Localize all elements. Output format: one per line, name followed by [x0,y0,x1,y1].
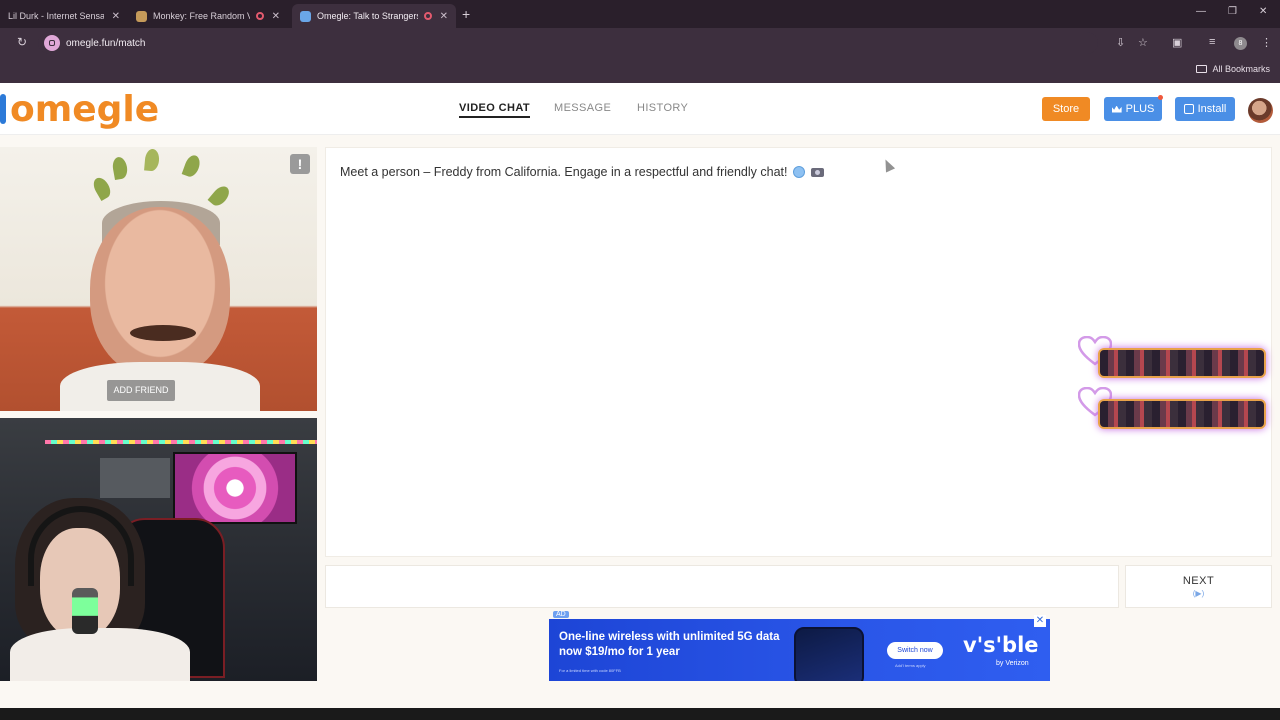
self-top [10,628,190,681]
ad-headline: One-line wireless with unlimited 5G data… [559,631,780,658]
reaction-name-bar [1098,348,1266,378]
mouse-cursor-icon [880,157,896,173]
ad-fine-print: For a limited time with code 80FFB [559,668,621,673]
all-bookmarks-button[interactable]: All Bookmarks [1196,64,1270,74]
report-flag-button[interactable]: ! [290,154,310,174]
stranger-video [0,147,317,411]
tab-label: Lil Durk - Internet Sensation [8,11,104,21]
bookmark-star-icon[interactable]: ☆ [1138,36,1148,49]
browser-tab-active[interactable]: Omegle: Talk to Strangers w ✕ [292,4,456,28]
self-video [0,418,317,681]
next-label: NEXT [1182,575,1215,587]
tab-label: Omegle: Talk to Strangers w [317,11,418,21]
globe-icon [793,166,806,178]
camera-icon [811,167,825,177]
plus-label: PLUS [1125,103,1155,115]
wall-poster [100,458,170,498]
close-tab-icon[interactable]: ✕ [112,11,120,22]
add-friend-button[interactable]: ADD FRIEND [107,380,175,401]
reaction-badge [1078,336,1268,378]
ad-cta-sub: Add'l terms apply [895,663,926,668]
recording-icon [255,12,264,20]
all-bookmarks-label: All Bookmarks [1212,64,1270,74]
stranger-face [90,207,230,377]
os-taskbar [0,708,1280,720]
heart-tv-screen [173,452,297,524]
reaction-badge [1078,387,1268,429]
led-strip [45,440,317,444]
address-bar-row: ↻ omegle.fun/match [0,28,1280,58]
ad-brand: v's'ble [963,633,1039,657]
store-button[interactable]: Store [1042,97,1090,121]
crown-icon [1111,105,1122,113]
new-tab-icon[interactable]: + [462,6,470,22]
download-icon [1183,104,1194,114]
browser-tab-bar: Lil Durk - Internet Sensation ✕ Monkey: … [0,0,1280,28]
message-input[interactable] [325,565,1119,608]
notification-dot [1158,95,1163,100]
phone-image [794,627,864,681]
store-label: Store [1052,103,1080,115]
intro-text: Meet a person – Freddy from California. … [340,165,788,179]
url-text: omegle.fun/match [66,37,146,49]
stranger-mustache [130,325,196,341]
install-app-icon[interactable]: ⇩ [1116,36,1125,49]
browser-tab[interactable]: Lil Durk - Internet Sensation ✕ [0,4,128,28]
ad-close-icon[interactable]: ✕ [1034,615,1046,627]
recording-icon [423,12,432,20]
ad-by-line: by Verizon [996,660,1029,667]
next-shortcut-hint: (▶) [1192,589,1205,598]
menu-kebab-icon[interactable]: ⋮ [1261,36,1272,49]
folder-icon [1196,65,1208,73]
minimize-icon[interactable]: — [1196,6,1206,17]
reload-icon[interactable]: ↻ [17,35,27,49]
user-avatar[interactable] [1248,98,1273,123]
install-button[interactable]: Install [1175,97,1235,121]
chat-intro-message: Meet a person – Freddy from California. … [340,165,825,179]
plus-button[interactable]: PLUS [1104,97,1162,121]
microphone-icon [72,588,98,634]
tab-history[interactable]: HISTORY [637,102,688,114]
next-button[interactable]: NEXT (▶) [1125,565,1272,608]
bookmarks-bar: All Bookmarks [0,58,1280,83]
sidepanel-icon[interactable]: ▣ [1172,36,1182,49]
tab-message[interactable]: MESSAGE [554,102,611,114]
media-icon[interactable]: ≡ [1209,36,1215,48]
site-info-icon[interactable] [44,35,60,51]
omegle-favicon-icon [300,10,311,22]
omegle-logo[interactable]: omegle [0,88,160,130]
profile-avatar[interactable]: 8 [1234,37,1247,50]
tab-video-chat[interactable]: VIDEO CHAT [459,102,531,118]
ad-tag: AD [553,611,569,618]
site-header: omegle VIDEO CHAT MESSAGE HISTORY Store … [0,83,1280,135]
ad-banner[interactable]: One-line wireless with unlimited 5G data… [549,619,1050,681]
monkey-favicon-icon [136,10,147,22]
browser-tab[interactable]: Monkey: Free Random Vide ✕ [128,4,288,28]
close-window-icon[interactable]: ✕ [1259,6,1267,17]
close-tab-icon[interactable]: ✕ [440,11,448,22]
tab-label: Monkey: Free Random Vide [153,11,250,21]
logo-text: omegle [10,88,160,130]
restore-icon[interactable]: ❐ [1228,6,1237,17]
logo-mark-icon [0,94,6,124]
install-label: Install [1197,103,1227,115]
url-field[interactable]: omegle.fun/match [38,32,1098,54]
reaction-name-bar [1098,399,1266,429]
close-tab-icon[interactable]: ✕ [272,11,280,22]
ad-cta-button[interactable]: Switch now [887,642,943,659]
